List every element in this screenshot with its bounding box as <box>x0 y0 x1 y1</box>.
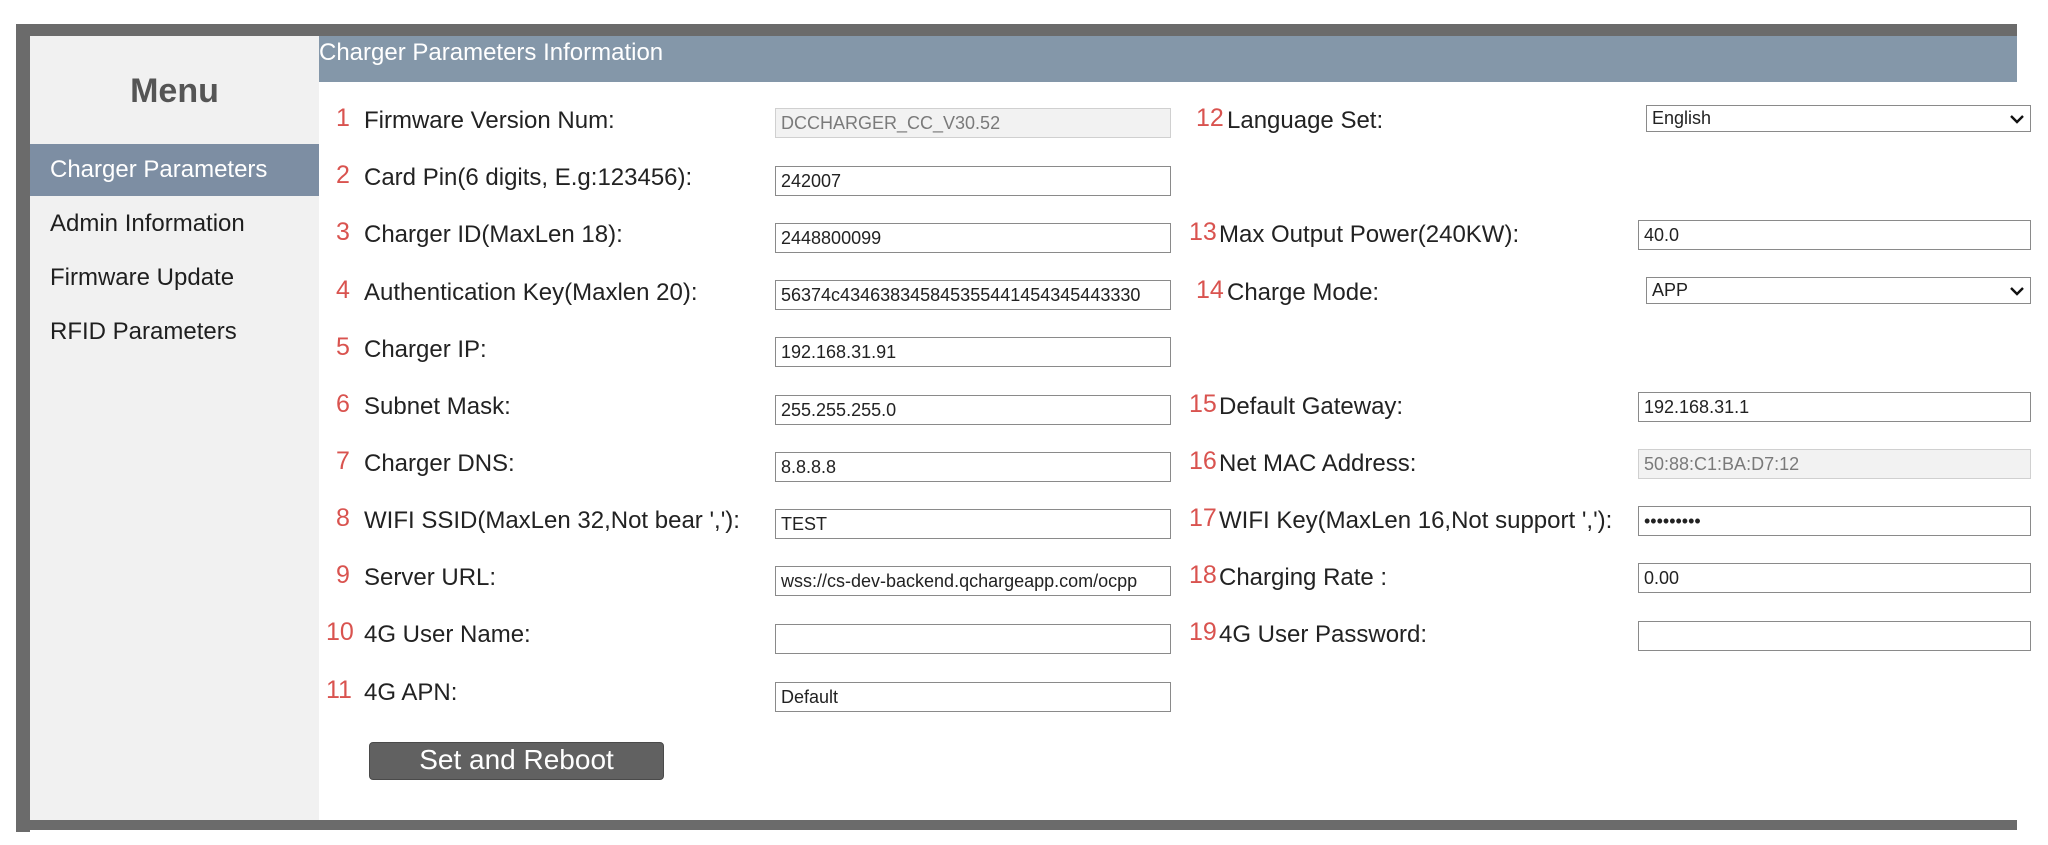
window-frame-top <box>16 24 2017 36</box>
sidebar-item-charger-parameters[interactable]: Charger Parameters <box>30 144 319 196</box>
field-number: 3 <box>336 218 350 246</box>
field-number: 10 <box>326 618 354 646</box>
field-number: 5 <box>336 333 350 361</box>
field-label-card-pin: Card Pin(6 digits, E.g:123456): <box>364 164 693 191</box>
field-number: 7 <box>336 447 350 475</box>
field-number: 9 <box>336 561 350 589</box>
field-number: 4 <box>336 276 350 304</box>
4g-user-password-input[interactable] <box>1638 621 2031 651</box>
field-number: 17 <box>1189 504 1217 532</box>
chevron-down-icon <box>2010 115 2024 124</box>
field-label-charger-id: Charger ID(MaxLen 18): <box>364 221 623 248</box>
field-number: 18 <box>1189 561 1217 589</box>
field-number: 13 <box>1189 218 1217 246</box>
field-label-default-gateway: Default Gateway: <box>1219 393 1404 420</box>
field-number: 1 <box>336 104 350 132</box>
charger-id-input[interactable]: 2448800099 <box>775 223 1171 253</box>
page-title: Charger Parameters Information <box>319 36 2017 82</box>
subnet-mask-input[interactable]: 255.255.255.0 <box>775 395 1171 425</box>
field-number: 6 <box>336 390 350 418</box>
charging-rate-input[interactable]: 0.00 <box>1638 563 2031 593</box>
sidebar-item-firmware-update[interactable]: Firmware Update <box>30 252 319 304</box>
field-label-charger-ip: Charger IP: <box>364 336 487 363</box>
field-label-charger-dns: Charger DNS: <box>364 450 515 477</box>
field-number: 12 <box>1196 104 1224 132</box>
field-label-firmware-version: Firmware Version Num: <box>364 107 615 134</box>
charge-mode-select[interactable]: APP <box>1646 277 2031 304</box>
default-gateway-input[interactable]: 192.168.31.1 <box>1638 392 2031 422</box>
window-frame-left <box>16 24 30 832</box>
field-number: 8 <box>336 504 350 532</box>
language-set-select[interactable]: English <box>1646 105 2031 132</box>
field-number: 15 <box>1189 390 1217 418</box>
field-number: 2 <box>336 161 350 189</box>
field-number: 16 <box>1189 447 1217 475</box>
server-url-input[interactable]: wss://cs-dev-backend.qchargeapp.com/ocpp <box>775 566 1171 596</box>
field-label-4g-apn: 4G APN: <box>364 679 458 706</box>
wifi-ssid-input[interactable]: TEST <box>775 509 1171 539</box>
field-label-charge-mode: Charge Mode: <box>1227 279 1380 306</box>
field-label-subnet-mask: Subnet Mask: <box>364 393 511 420</box>
field-label-wifi-key: WIFI Key(MaxLen 16,Not support ','): <box>1219 507 1613 534</box>
max-output-power-input[interactable]: 40.0 <box>1638 220 2031 250</box>
main-panel: Charger Parameters Information 1 Firmwar… <box>319 36 2031 820</box>
firmware-version-field: DCCHARGER_CC_V30.52 <box>775 108 1171 138</box>
field-label-charging-rate: Charging Rate : <box>1219 564 1388 591</box>
charge-mode-value: APP <box>1652 280 1689 300</box>
menu-title: Menu <box>130 72 219 110</box>
field-label-authentication-key: Authentication Key(Maxlen 20): <box>364 279 698 306</box>
sidebar: Menu Charger Parameters Admin Informatio… <box>30 36 319 820</box>
4g-user-name-input[interactable] <box>775 624 1171 654</box>
field-label-4g-user-name: 4G User Name: <box>364 621 531 648</box>
wifi-key-input[interactable]: ••••••••• <box>1638 506 2031 536</box>
charger-dns-input[interactable]: 8.8.8.8 <box>775 452 1171 482</box>
field-number: 19 <box>1189 618 1217 646</box>
4g-apn-input[interactable]: Default <box>775 682 1171 712</box>
field-label-4g-user-password: 4G User Password: <box>1219 621 1428 648</box>
language-set-value: English <box>1652 108 1712 128</box>
sidebar-item-admin-information[interactable]: Admin Information <box>30 198 319 250</box>
field-label-max-output-power: Max Output Power(240KW): <box>1219 221 1520 248</box>
charger-ip-input[interactable]: 192.168.31.91 <box>775 337 1171 367</box>
card-pin-input[interactable]: 242007 <box>775 166 1171 196</box>
window-frame-bottom <box>16 820 2017 830</box>
field-label-server-url: Server URL: <box>364 564 497 591</box>
field-label-wifi-ssid: WIFI SSID(MaxLen 32,Not bear ','): <box>364 507 740 534</box>
set-and-reboot-button[interactable]: Set and Reboot <box>369 742 664 780</box>
field-number: 14 <box>1196 276 1224 304</box>
field-label-net-mac-address: Net MAC Address: <box>1219 450 1417 477</box>
field-label-language-set: Language Set: <box>1227 107 1384 134</box>
sidebar-item-rfid-parameters[interactable]: RFID Parameters <box>30 306 319 358</box>
field-number: 11 <box>326 676 352 704</box>
authentication-key-input[interactable]: 56374c434638345845355441454345443330 <box>775 280 1171 310</box>
net-mac-address-field: 50:88:C1:BA:D7:12 <box>1638 449 2031 479</box>
chevron-down-icon <box>2010 287 2024 296</box>
